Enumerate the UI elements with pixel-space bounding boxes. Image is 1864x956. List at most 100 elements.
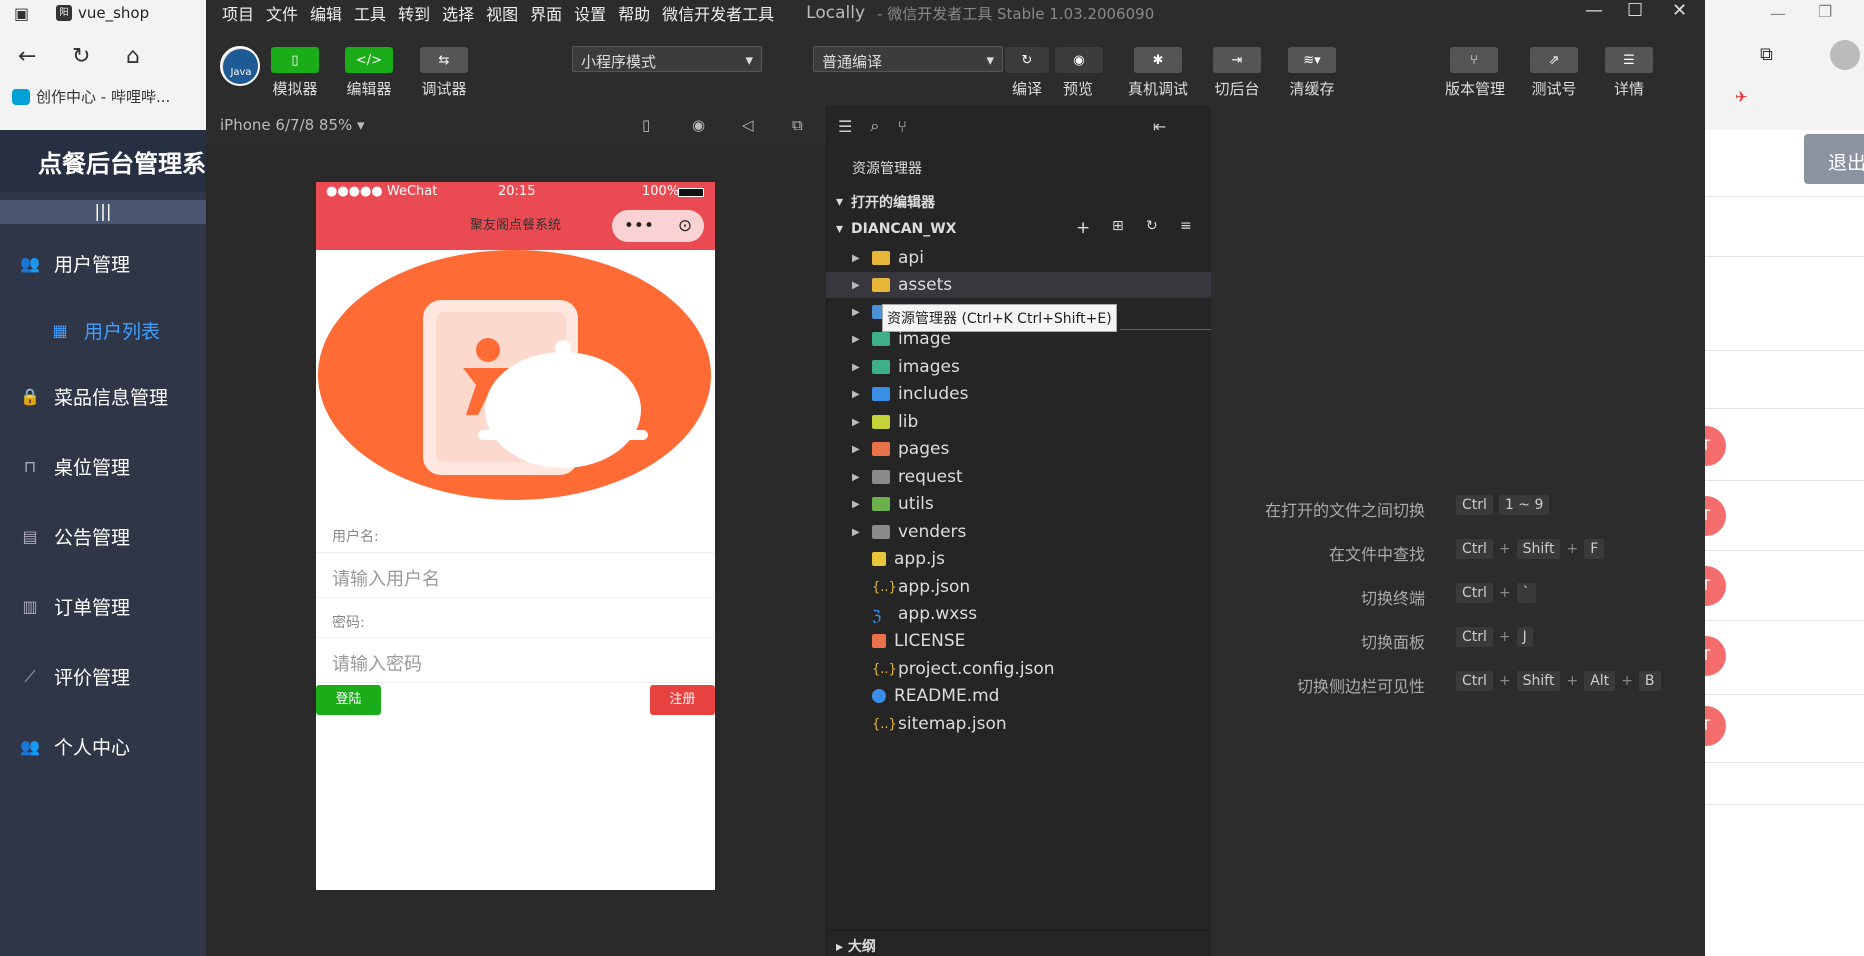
menu-settings[interactable]: 设置 — [574, 1, 606, 25]
tree-file-app-wxss[interactable]: ℨapp.wxss — [826, 601, 1211, 627]
simulator-icon[interactable]: ▯ — [271, 47, 319, 73]
tree-file-readme[interactable]: README.md — [826, 683, 1211, 709]
battery-icon — [678, 188, 704, 197]
tree-folder-lib[interactable]: ▶ lib — [826, 409, 1211, 435]
menu-dish-management[interactable]: 🔒 菜品信息管理 — [0, 376, 206, 416]
menu-review-management[interactable]: ⟋ 评价管理 — [0, 656, 206, 696]
volume-icon[interactable]: ◁ — [742, 116, 754, 134]
branch-icon[interactable]: ⑂ — [897, 117, 907, 136]
menu-select[interactable]: 选择 — [442, 1, 474, 25]
folder-icon — [872, 415, 890, 429]
window-subtitle: - 微信开发者工具 Stable 1.03.2006090 — [877, 4, 1155, 23]
editor-label: 编辑器 — [346, 80, 392, 98]
tree-folder-utils[interactable]: ▶ utils — [826, 491, 1211, 517]
bookmark-bird-icon[interactable]: ✈ — [1735, 88, 1748, 106]
collapse-panel-icon[interactable]: ⇤ — [1153, 117, 1166, 136]
tree-file-app-json[interactable]: {..} app.json — [826, 574, 1211, 600]
menu-help[interactable]: 帮助 — [618, 1, 650, 25]
backend-icon[interactable]: ⇥ — [1213, 47, 1261, 73]
compile-icon[interactable]: ↻ — [1005, 47, 1049, 73]
tree-file-app-js[interactable]: app.js — [826, 546, 1211, 572]
tab-list-icon[interactable]: ▣ — [14, 4, 29, 23]
clear-cache-icon[interactable]: ≋▾ — [1288, 47, 1336, 73]
tree-folder-pages[interactable]: ▶ pages — [826, 436, 1211, 462]
menu-notice-management[interactable]: ▤ 公告管理 — [0, 516, 206, 556]
menu-personal-center[interactable]: 👥 个人中心 — [0, 726, 206, 766]
tree-folder-includes[interactable]: ▶ includes — [826, 381, 1211, 407]
menu-user-management[interactable]: 👥 用户管理 — [0, 243, 206, 283]
menu-tools[interactable]: 工具 — [354, 1, 386, 25]
password-input[interactable]: 请输入密码 — [316, 637, 715, 683]
login-button[interactable]: 登陆 — [316, 685, 381, 715]
table-icon: ⊓ — [23, 457, 37, 476]
compile-mode-select[interactable]: 普通编译 ▾ — [813, 46, 1003, 72]
debugger-icon[interactable]: ⇆ — [420, 47, 468, 73]
tree-file-sitemap[interactable]: {..} sitemap.json — [826, 711, 1211, 737]
wechat-capsule[interactable]: ••• ⊙ — [612, 210, 704, 242]
close-mini-icon[interactable]: ⊙ — [678, 216, 692, 236]
menu-table-management[interactable]: ⊓ 桌位管理 — [0, 446, 206, 486]
new-file-icon[interactable]: + — [1076, 218, 1090, 238]
tree-folder-assets[interactable]: ▶ assets — [826, 272, 1211, 298]
profile-icon[interactable] — [1830, 40, 1860, 70]
device-select[interactable]: iPhone 6/7/8 85% ▾ — [220, 116, 365, 134]
tree-file-project-config[interactable]: {..} project.config.json — [826, 656, 1211, 682]
minimize-icon[interactable]: — — [1585, 0, 1603, 21]
tree-folder-api[interactable]: ▶ api — [826, 245, 1211, 271]
version-icon[interactable]: ⑂ — [1450, 47, 1498, 73]
browser-tab[interactable]: 阳 vue_shop — [56, 0, 206, 26]
home-icon[interactable]: ⌂ — [126, 44, 140, 69]
tree-folder-venders[interactable]: ▶ venders — [826, 519, 1211, 545]
outline-section[interactable]: ▸ 大纲 — [826, 930, 1211, 956]
details-icon[interactable]: ☰ — [1605, 47, 1653, 73]
collections-icon[interactable]: ⧉ — [1760, 44, 1773, 65]
test-account-icon[interactable]: ⇗ — [1530, 47, 1578, 73]
register-button[interactable]: 注册 — [650, 685, 715, 715]
editor-icon[interactable]: </> — [345, 47, 393, 73]
open-editors-section[interactable]: ▾ 打开的编辑器 — [826, 189, 1211, 215]
tree-folder-request[interactable]: ▶ request — [826, 464, 1211, 490]
menu-wechat-devtools[interactable]: 微信开发者工具 — [662, 1, 774, 25]
popout-icon[interactable]: ⧉ — [792, 116, 803, 134]
sidebar-toggle[interactable]: ||| — [0, 200, 206, 224]
restore-icon[interactable]: ❐ — [1818, 2, 1832, 21]
tree-file-license[interactable]: LICENSE — [826, 628, 1211, 654]
menu-user-list[interactable]: ▦ 用户列表 — [0, 310, 206, 350]
menu-file[interactable]: 文件 — [266, 1, 298, 25]
menu-interface[interactable]: 界面 — [530, 1, 562, 25]
username-label: 用户名: — [332, 529, 379, 545]
phone-icon[interactable]: ▯ — [642, 116, 650, 134]
tree-folder-images[interactable]: ▶ images — [826, 354, 1211, 380]
menu-edit[interactable]: 编辑 — [310, 1, 342, 25]
avatar[interactable]: Java — [220, 46, 260, 86]
back-icon[interactable]: ← — [18, 44, 36, 69]
real-debug-icon[interactable]: ✱ — [1134, 47, 1182, 73]
record-icon[interactable]: ◉ — [692, 116, 705, 134]
menu-view[interactable]: 视图 — [486, 1, 518, 25]
preview-icon[interactable]: ◉ — [1055, 47, 1103, 73]
divider — [1705, 762, 1864, 763]
refresh-icon[interactable]: ↻ — [1146, 218, 1158, 234]
more-icon[interactable]: ••• — [624, 216, 654, 236]
new-folder-icon[interactable]: ⊞ — [1112, 218, 1124, 234]
menu-project[interactable]: 项目 — [222, 1, 254, 25]
divider — [1705, 550, 1864, 551]
project-section[interactable]: ▾ DIANCAN_WX + ⊞ ↻ ≡ — [826, 216, 1211, 242]
username-input[interactable]: 请输入用户名 — [316, 552, 715, 598]
chevron-right-icon: ▶ — [852, 306, 860, 318]
list-icon[interactable]: ☰ — [838, 117, 852, 136]
collapse-all-icon[interactable]: ≡ — [1180, 218, 1192, 234]
search-icon[interactable]: ⌕ — [870, 116, 879, 136]
reload-icon[interactable]: ↻ — [72, 44, 90, 69]
close-icon[interactable]: ✕ — [1672, 0, 1687, 21]
logout-button[interactable]: 退出 — [1804, 134, 1864, 184]
chevron-right-icon: ▶ — [852, 526, 860, 538]
bookmark-item[interactable]: 创作中心 - 哔哩哔... — [12, 86, 170, 107]
menu-goto[interactable]: 转到 — [398, 1, 430, 25]
menu-order-management[interactable]: ▥ 订单管理 — [0, 586, 206, 626]
bilibili-icon — [12, 88, 30, 105]
folder-icon — [872, 278, 890, 292]
mode-select[interactable]: 小程序模式 ▾ — [572, 46, 762, 72]
minimize-icon[interactable]: — — [1770, 4, 1786, 23]
maximize-icon[interactable]: ☐ — [1627, 0, 1643, 21]
